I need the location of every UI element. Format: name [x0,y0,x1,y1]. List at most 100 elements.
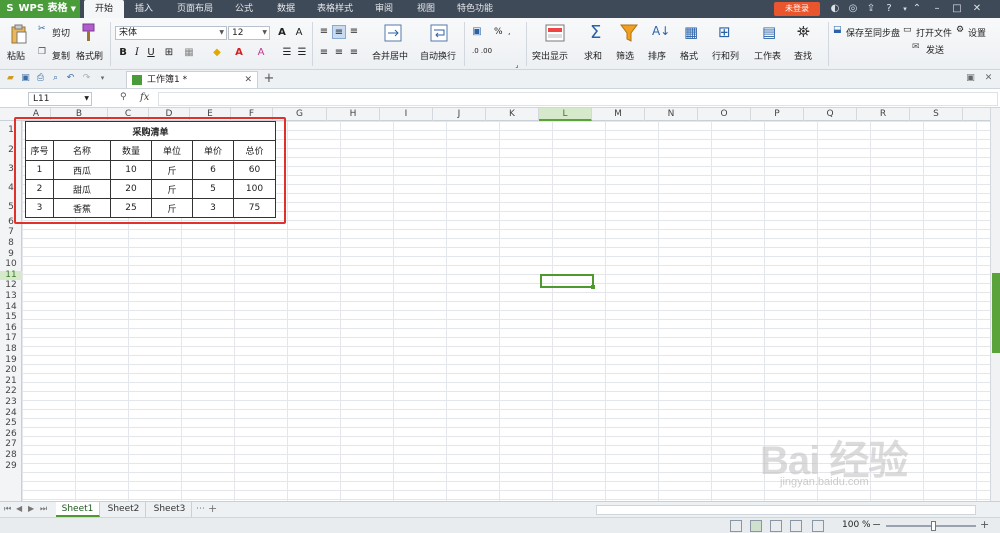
sheet-tab-3[interactable]: Sheet3 [148,502,192,517]
outdent-icon[interactable]: ☰ [295,46,309,60]
merge-center-icon[interactable] [384,24,402,42]
prev-sheet-icon[interactable]: ◀ [16,504,22,513]
rows-cols-icon[interactable]: ⊞ [718,23,731,41]
first-sheet-icon[interactable]: ⏮ [4,504,11,514]
open-file-button[interactable]: 打开文件 [916,26,952,39]
eye-protect-icon[interactable] [812,520,824,532]
menu-tab-data[interactable]: 数据 [268,0,304,18]
add-sheet-icon[interactable]: + [208,502,217,515]
menu-tab-table-style[interactable]: 表格样式 [310,0,360,18]
highlight-icon[interactable] [545,24,565,42]
decrease-font-icon[interactable]: A [292,26,306,40]
row-header-8[interactable]: 8 [0,239,22,248]
column-header-p[interactable]: P [751,108,804,121]
align-bottom-icon[interactable]: ≡ [347,25,361,39]
help-icon[interactable]: ? [882,2,896,16]
percent-button[interactable]: % [494,27,503,37]
binoculars-icon[interactable]: ⛯ [797,22,810,42]
last-sheet-icon[interactable]: ⏭ [40,504,47,514]
row-header-27[interactable]: 27 [0,440,22,449]
row-header-24[interactable]: 24 [0,408,22,418]
more-sheets-icon[interactable]: ⋯ [196,504,205,514]
undo-icon[interactable]: ↶ [64,72,77,85]
app-menu-button[interactable]: S WPS 表格 ▼ [0,0,80,18]
fill-color-icon[interactable]: ◆ [210,46,224,60]
copy-button[interactable]: 复制 [52,49,70,62]
clear-format-icon[interactable]: A [254,46,268,60]
row-header-11[interactable]: 11 [0,270,22,280]
indent-icon[interactable]: ☰ [280,46,294,60]
copy-icon[interactable]: ❐ [38,47,46,57]
zoom-icon[interactable]: ⚲ [120,92,127,102]
column-header-s[interactable]: S [910,108,963,121]
rows-cols-button[interactable]: 行和列 [712,49,739,62]
menu-tab-review[interactable]: 审阅 [366,0,402,18]
maximize-icon[interactable]: □ [950,2,964,16]
document-tab[interactable]: 工作簿1 * ✕ [126,71,258,88]
paste-icon[interactable] [10,24,28,44]
redo-icon[interactable]: ↷ [80,72,93,85]
active-cell-l11[interactable] [540,274,595,289]
column-header-n[interactable]: N [645,108,698,121]
mail-icon[interactable]: ✉ [912,42,920,52]
row-header-28[interactable]: 28 [0,451,22,460]
menu-tab-insert[interactable]: 插入 [126,0,162,18]
zoom-in-icon[interactable]: + [980,518,989,531]
sort-button[interactable]: 排序 [648,49,666,62]
row-header-26[interactable]: 26 [0,429,22,439]
worksheet-icon[interactable]: ▤ [762,23,776,41]
page-break-view-icon[interactable] [770,520,782,532]
share-icon[interactable]: ⇪ [864,2,878,16]
underline-button[interactable]: U [144,46,158,60]
settings-button[interactable]: 设置 [968,26,986,39]
row-header-10[interactable]: 10 [0,260,22,269]
collapse-ribbon-icon[interactable]: ⌃ [910,2,924,16]
font-size-select[interactable]: 12 ▼ [228,26,270,40]
column-header-r[interactable]: R [857,108,910,121]
align-center-icon[interactable]: ≡ [332,46,346,60]
row-header-19[interactable]: 19 [0,355,22,365]
cloud-save-icon[interactable]: ⬓ [833,25,842,35]
customize-toolbar-icon[interactable]: ▾ [96,72,109,85]
wrap-text-icon[interactable] [430,24,448,42]
folder-icon[interactable]: ▰ [4,72,17,85]
cut-button[interactable]: 剪切 [52,26,70,39]
save-sync-button[interactable]: 保存至同步盘 [846,26,900,39]
print-icon[interactable]: ⎙ [34,72,47,85]
column-header-k[interactable]: K [486,108,539,121]
vertical-scrollbar[interactable] [990,108,1000,501]
thousands-icon[interactable]: , [508,27,511,36]
column-header-m[interactable]: M [592,108,645,121]
row-header-20[interactable]: 20 [0,366,22,375]
menu-tab-home[interactable]: 开始 [84,0,124,18]
currency-icon[interactable]: ▣ [470,25,484,39]
menu-tab-features[interactable]: 特色功能 [450,0,500,18]
filter-icon[interactable] [620,24,638,42]
worksheet-button[interactable]: 工作表 [754,49,781,62]
increase-font-icon[interactable]: A [275,26,289,40]
column-header-h[interactable]: H [327,108,380,121]
row-header-17[interactable]: 17 [0,334,22,343]
font-name-select[interactable]: 宋体 ▼ [115,26,227,40]
row-header-13[interactable]: 13 [0,292,22,301]
highlight-button[interactable]: 突出显示 [532,49,568,62]
wrap-text-button[interactable]: 自动换行 [420,49,456,62]
close-icon[interactable]: ✕ [244,72,252,88]
row-header-7[interactable]: 7 [0,228,22,237]
feedback-icon[interactable]: ◎ [846,2,860,16]
font-color-icon[interactable]: A [232,46,246,60]
find-button[interactable]: 查找 [794,49,812,62]
login-button[interactable]: 未登录 [774,2,820,16]
scrollbar-thumb[interactable] [992,273,1000,353]
sheet-tab-1[interactable]: Sheet1 [56,502,100,517]
zoom-slider-thumb[interactable] [931,521,936,531]
column-header-i[interactable]: I [380,108,433,121]
italic-button[interactable]: I [130,46,144,60]
row-header-12[interactable]: 12 [0,281,22,290]
align-middle-icon[interactable]: ≡ [332,25,346,39]
open-file-icon[interactable]: ▭ [903,25,912,35]
new-tab-button[interactable]: + [262,70,276,88]
minimize-icon[interactable]: – [930,2,944,16]
next-sheet-icon[interactable]: ▶ [28,504,34,513]
sort-icon[interactable]: A↓ [652,24,670,38]
